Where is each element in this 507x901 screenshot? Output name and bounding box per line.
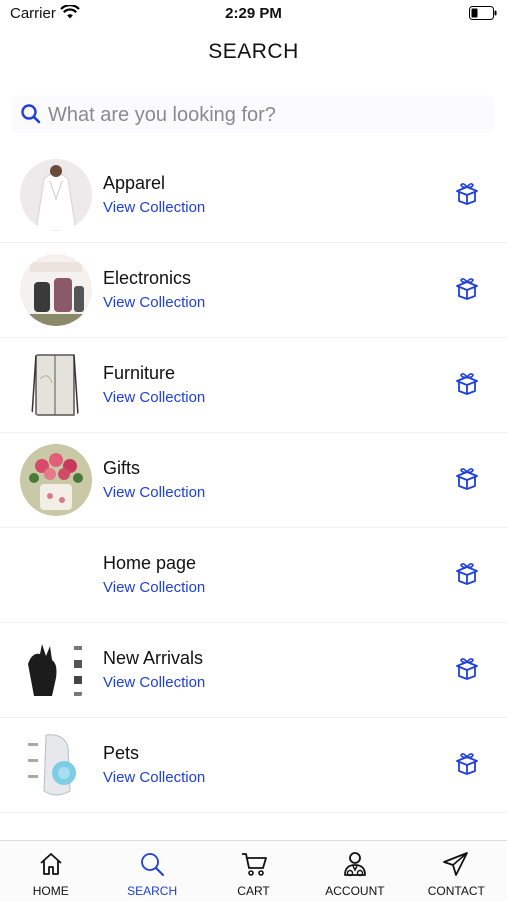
gift-box-icon[interactable]: [454, 752, 480, 781]
collection-name: Electronics: [103, 268, 192, 288]
gift-box-icon[interactable]: [454, 372, 480, 401]
collection-item-pets[interactable]: Pets View Collection: [0, 718, 507, 813]
search-bar[interactable]: [12, 95, 494, 133]
furniture-thumbnail: [20, 349, 92, 421]
gift-box-icon[interactable]: [454, 277, 480, 306]
tab-account[interactable]: ACCOUNT: [304, 841, 405, 901]
send-icon: [443, 852, 469, 876]
pets-thumbnail: [20, 729, 92, 801]
gift-box-icon[interactable]: [454, 467, 480, 496]
collection-item-new-arrivals[interactable]: New Arrivals View Collection: [0, 623, 507, 718]
collection-name: Furniture: [103, 363, 176, 383]
tab-contact[interactable]: CONTACT: [406, 841, 507, 901]
page-title: SEARCH: [208, 40, 299, 63]
apparel-thumbnail: [20, 159, 92, 231]
tab-label: ACCOUNT: [325, 884, 385, 898]
gift-box-icon[interactable]: [454, 657, 480, 686]
collection-item-apparel[interactable]: Apparel View Collection: [0, 148, 507, 243]
gifts-thumbnail: [20, 444, 92, 516]
collection-item-furniture[interactable]: Furniture View Collection: [0, 338, 507, 433]
collection-item-home-page[interactable]: Home page View Collection: [0, 528, 507, 623]
view-collection-link[interactable]: View Collection: [103, 294, 205, 311]
tab-home[interactable]: HOME: [0, 841, 101, 901]
view-collection-link[interactable]: View Collection: [103, 579, 205, 596]
view-collection-link[interactable]: View Collection: [103, 389, 205, 406]
account-icon: [344, 852, 366, 877]
cart-icon: [241, 853, 267, 876]
collection-name: Apparel: [103, 173, 166, 193]
tab-cart[interactable]: CART: [203, 841, 304, 901]
tab-label: CONTACT: [427, 884, 485, 898]
view-collection-link[interactable]: View Collection: [103, 484, 205, 501]
collection-item-electronics[interactable]: Electronics View Collection: [0, 243, 507, 338]
gift-box-icon[interactable]: [454, 182, 480, 211]
tab-label: SEARCH: [127, 884, 178, 898]
tab-bar: HOME SEARCH CART ACCOUNT CONTACT: [0, 840, 507, 901]
search-input[interactable]: [46, 97, 480, 133]
search-icon: [141, 853, 165, 876]
search-icon: [20, 103, 42, 130]
tab-label: CART: [237, 884, 270, 898]
view-collection-link[interactable]: View Collection: [103, 769, 205, 786]
clock: 2:29 PM: [225, 5, 282, 22]
collection-name: Pets: [103, 743, 140, 763]
status-bar: Carrier 2:29 PM: [0, 0, 507, 28]
collection-name: Home page: [103, 553, 197, 573]
electronics-thumbnail: [20, 254, 92, 326]
tab-label: HOME: [32, 884, 69, 898]
collection-item-gifts[interactable]: Gifts View Collection: [0, 433, 507, 528]
collection-name: Gifts: [103, 458, 141, 478]
gift-box-icon[interactable]: [454, 562, 480, 591]
new-arrivals-thumbnail: [20, 634, 92, 706]
view-collection-link[interactable]: View Collection: [103, 199, 205, 216]
tab-search[interactable]: SEARCH: [101, 841, 202, 901]
collection-name: New Arrivals: [103, 648, 204, 668]
collection-list: Apparel View Collection Electronics View…: [0, 148, 507, 813]
view-collection-link[interactable]: View Collection: [103, 674, 205, 691]
home-page-thumbnail: [20, 539, 92, 611]
home-icon: [40, 853, 62, 875]
battery-icon: [469, 6, 497, 25]
